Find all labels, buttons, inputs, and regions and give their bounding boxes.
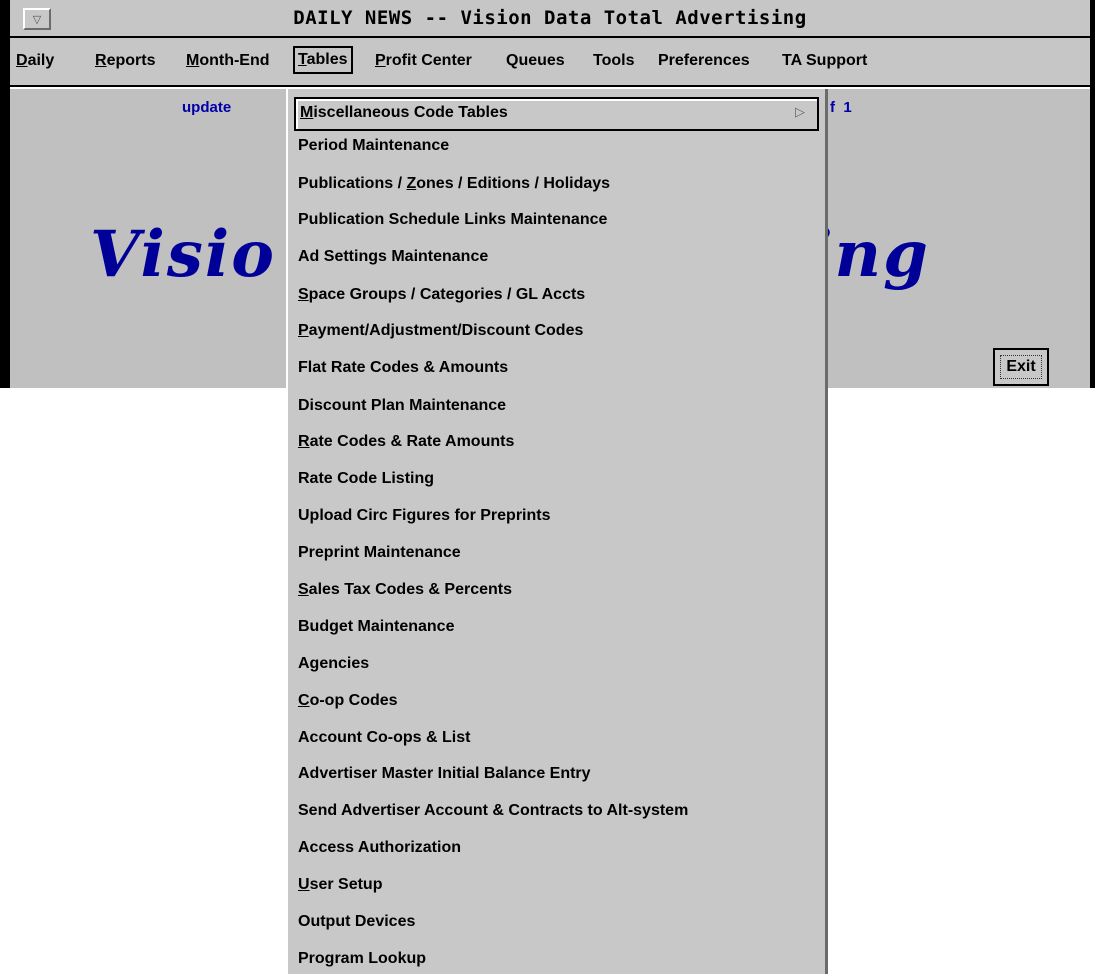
menu-month-end[interactable]: Month-End xyxy=(186,38,270,83)
menu-daily[interactable]: Daily xyxy=(16,38,54,83)
menu-item-rate-codes[interactable]: Rate Codes & Rate Amounts xyxy=(298,427,819,457)
menu-reports[interactable]: Reports xyxy=(95,38,155,83)
menu-item-publications[interactable]: Publications / Zones / Editions / Holida… xyxy=(298,169,819,199)
menu-item-upload-circ[interactable]: Upload Circ Figures for Preprints xyxy=(298,501,819,531)
menu-preferences[interactable]: Preferences xyxy=(658,38,750,83)
status-label: update xyxy=(182,99,232,116)
page-indicator: f 1 xyxy=(830,99,852,116)
menu-item-advertiser-master[interactable]: Advertiser Master Initial Balance Entry xyxy=(298,759,819,789)
menu-item-account-co-ops[interactable]: Account Co-ops & List xyxy=(298,723,819,753)
menu-tables[interactable]: Tables xyxy=(293,46,353,74)
menu-item-discount-plan[interactable]: Discount Plan Maintenance xyxy=(298,391,819,421)
menu-item-access-authorization[interactable]: Access Authorization xyxy=(298,833,819,863)
menu-queues[interactable]: Queues xyxy=(506,38,565,83)
menu-item-co-op-codes[interactable]: Co-op Codes xyxy=(298,686,819,716)
menu-item-period-maintenance[interactable]: Period Maintenance xyxy=(298,131,819,161)
menu-item-preprint-maintenance[interactable]: Preprint Maintenance xyxy=(298,538,819,568)
menu-item-agencies[interactable]: Agencies xyxy=(298,649,819,679)
menu-item-output-devices[interactable]: Output Devices xyxy=(298,907,819,937)
exit-button[interactable]: Exit xyxy=(993,348,1049,386)
title-bar: ▽ DAILY NEWS -- Vision Data Total Advert… xyxy=(10,0,1090,38)
submenu-arrow-icon: ▷ xyxy=(795,104,805,119)
menu-item-sales-tax[interactable]: Sales Tax Codes & Percents xyxy=(298,575,819,605)
menu-item-send-advertiser[interactable]: Send Advertiser Account & Contracts to A… xyxy=(298,796,819,826)
menu-profit-center[interactable]: Profit Center xyxy=(375,38,472,83)
menu-item-payment-codes[interactable]: Payment/Adjustment/Discount Codes xyxy=(298,316,819,346)
menu-bar: Daily Reports Month-End Tables Profit Ce… xyxy=(10,38,1090,87)
window-title: DAILY NEWS -- Vision Data Total Advertis… xyxy=(293,7,807,29)
menu-ta-support[interactable]: TA Support xyxy=(782,38,867,83)
menu-item-miscellaneous-code-tables[interactable]: Miscellaneous Code Tables ▷ xyxy=(294,97,819,131)
menu-item-publication-schedule-links[interactable]: Publication Schedule Links Maintenance xyxy=(298,205,819,235)
tables-dropdown-menu: Miscellaneous Code Tables ▷ Period Mainte… xyxy=(286,89,828,974)
menu-item-program-lookup[interactable]: Program Lookup xyxy=(298,944,819,974)
menu-tools[interactable]: Tools xyxy=(593,38,634,83)
menu-item-flat-rate-codes[interactable]: Flat Rate Codes & Amounts xyxy=(298,353,819,383)
menu-item-ad-settings[interactable]: Ad Settings Maintenance xyxy=(298,242,819,272)
menu-item-user-setup[interactable]: User Setup xyxy=(298,870,819,900)
menu-item-rate-code-listing[interactable]: Rate Code Listing xyxy=(298,464,819,494)
menu-item-budget-maintenance[interactable]: Budget Maintenance xyxy=(298,612,819,642)
menu-item-space-groups[interactable]: Space Groups / Categories / GL Accts xyxy=(298,280,819,310)
